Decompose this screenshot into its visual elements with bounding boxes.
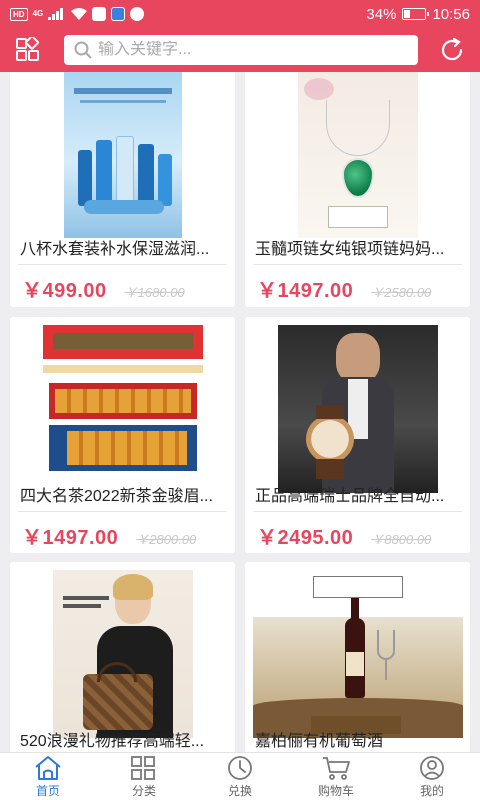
divider: [253, 511, 462, 512]
cart-icon: [323, 756, 350, 780]
top-header: [0, 28, 480, 72]
divider: [253, 264, 462, 265]
original-price: ￥1680.00: [124, 285, 185, 300]
nav-label: 购物车: [317, 783, 354, 798]
wine-image: [252, 570, 463, 738]
qq-notification-icon: [130, 7, 145, 21]
price-row: ￥1497.00 ￥2800.00: [22, 521, 196, 550]
original-price: ￥2580.00: [371, 285, 432, 300]
product-title: 正品高端瑞士品牌全自动...: [255, 488, 445, 505]
nav-home[interactable]: 首页: [0, 753, 96, 800]
home-icon: [35, 755, 61, 780]
product-card[interactable]: 520浪漫礼物推荐高端轻...: [10, 562, 235, 752]
original-price: ￥8800.00: [371, 532, 432, 547]
nav-label: 首页: [35, 783, 60, 798]
skincare-set-image: [63, 72, 182, 238]
product-grid: 八杯水套装补水保湿滋润... ￥499.00 ￥1680.00 玉髓项链女纯银项…: [0, 72, 480, 752]
product-title: 玉髓项链女纯银项链妈妈...: [255, 241, 445, 258]
handbag-image: [52, 570, 193, 738]
product-card[interactable]: 正品高端瑞士品牌全自动... ￥2495.00 ￥8800.00: [245, 317, 470, 553]
exchange-icon: [228, 755, 252, 780]
product-card[interactable]: 玉髓项链女纯银项链妈妈... ￥1497.00 ￥2580.00: [245, 72, 470, 307]
product-image: [245, 72, 470, 238]
mail-notification-icon: [92, 7, 107, 21]
original-price: ￥2800.00: [136, 532, 197, 547]
nav-label: 兑换: [227, 783, 252, 798]
watch-image: [277, 325, 438, 493]
price: ￥2495.00: [257, 527, 354, 549]
network-type: 4G: [32, 9, 44, 18]
signal-icon: [48, 8, 64, 20]
product-card[interactable]: 八杯水套装补水保湿滋润... ￥499.00 ￥1680.00: [10, 72, 235, 307]
search-input[interactable]: [98, 41, 408, 59]
product-card[interactable]: 嘉柏俪有机葡萄酒: [245, 562, 470, 752]
product-image: [245, 570, 470, 738]
clock: 10:56: [432, 5, 470, 23]
nav-profile[interactable]: 我的: [384, 753, 480, 800]
tea-gift-box-image: [42, 325, 203, 493]
product-title: 520浪漫礼物推荐高端轻...: [20, 733, 205, 750]
category-menu-button[interactable]: [12, 34, 44, 66]
price-row: ￥499.00 ￥1680.00: [22, 274, 185, 303]
search-icon: [74, 41, 92, 59]
battery-percent: 34%: [366, 5, 397, 23]
search-box[interactable]: [64, 35, 418, 65]
product-image: [245, 325, 470, 493]
profile-icon: [420, 755, 444, 780]
bottom-navigation: 首页 分类 兑换 购物车 我的: [0, 752, 480, 800]
nav-cart[interactable]: 购物车: [288, 753, 384, 800]
wifi-icon: [71, 8, 88, 20]
category-icon: [131, 755, 155, 780]
product-title: 嘉柏俪有机葡萄酒: [255, 733, 384, 750]
nav-exchange[interactable]: 兑换: [192, 753, 288, 800]
product-image: [10, 570, 235, 738]
hd-indicator: HD: [10, 7, 28, 21]
product-title: 八杯水套装补水保湿滋润...: [20, 241, 210, 258]
product-title: 四大名茶2022新茶金骏眉...: [20, 488, 213, 505]
necklace-image: [297, 72, 418, 238]
battery-icon: [402, 8, 430, 20]
price: ￥1497.00: [22, 527, 119, 549]
product-image: [10, 325, 235, 493]
refresh-button[interactable]: [436, 34, 468, 66]
price: ￥1497.00: [257, 280, 354, 302]
nav-label: 分类: [131, 783, 156, 798]
category-grid-icon: [16, 37, 39, 61]
status-bar: HD 4G 34% 10:56: [0, 0, 480, 28]
price: ￥499.00: [22, 280, 107, 302]
price-row: ￥2495.00 ￥8800.00: [257, 521, 431, 550]
divider: [18, 264, 227, 265]
shield-notification-icon: [111, 7, 126, 21]
product-image: [10, 72, 235, 238]
nav-label: 我的: [419, 783, 444, 798]
refresh-icon: [441, 37, 463, 61]
price-row: ￥1497.00 ￥2580.00: [257, 274, 431, 303]
divider: [18, 511, 227, 512]
nav-category[interactable]: 分类: [96, 753, 192, 800]
product-card[interactable]: 四大名茶2022新茶金骏眉... ￥1497.00 ￥2800.00: [10, 317, 235, 553]
